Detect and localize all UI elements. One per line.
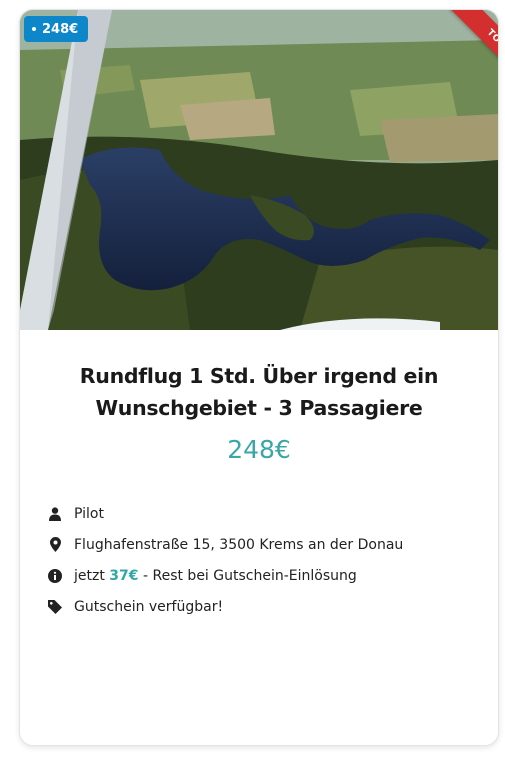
deposit-prefix: jetzt [74, 567, 105, 584]
deposit-amount: 37€ [109, 567, 139, 584]
detail-deposit: jetzt 37€ - Rest bei Gutschein-Einlösung [48, 560, 488, 591]
map-marker-icon [48, 537, 62, 553]
top-ribbon-label: TOP [445, 10, 498, 90]
deposit-suffix: - Rest bei Gutschein-Einlösung [142, 567, 357, 584]
listing-price: 248€ [227, 435, 291, 464]
listing-photo[interactable] [20, 10, 498, 330]
tag-icon [48, 599, 62, 615]
detail-host: Pilot [48, 498, 488, 529]
detail-address-label: Flughafenstraße 15, 3500 Krems an der Do… [74, 536, 404, 553]
price-badge-label: 248€ [42, 21, 79, 37]
price-badge: 248€ [24, 16, 89, 42]
detail-voucher-label: Gutschein verfügbar! [74, 598, 224, 615]
aerial-lake-image [20, 10, 498, 330]
detail-host-label: Pilot [74, 505, 104, 522]
listing-title[interactable]: Rundflug 1 Std. Über irgend ein Wunschge… [50, 360, 468, 424]
listing-card[interactable]: 248€ TOP Rundflug 1 Std. Über irgend ein… [19, 9, 499, 746]
bullet-icon [32, 27, 36, 31]
detail-address: Flughafenstraße 15, 3500 Krems an der Do… [48, 529, 488, 560]
info-circle-icon [48, 568, 62, 584]
listing-details: Pilot Flughafenstraße 15, 3500 Krems an … [48, 498, 488, 622]
user-icon [48, 506, 62, 522]
detail-voucher: Gutschein verfügbar! [48, 591, 488, 622]
top-ribbon: TOP [428, 10, 498, 106]
